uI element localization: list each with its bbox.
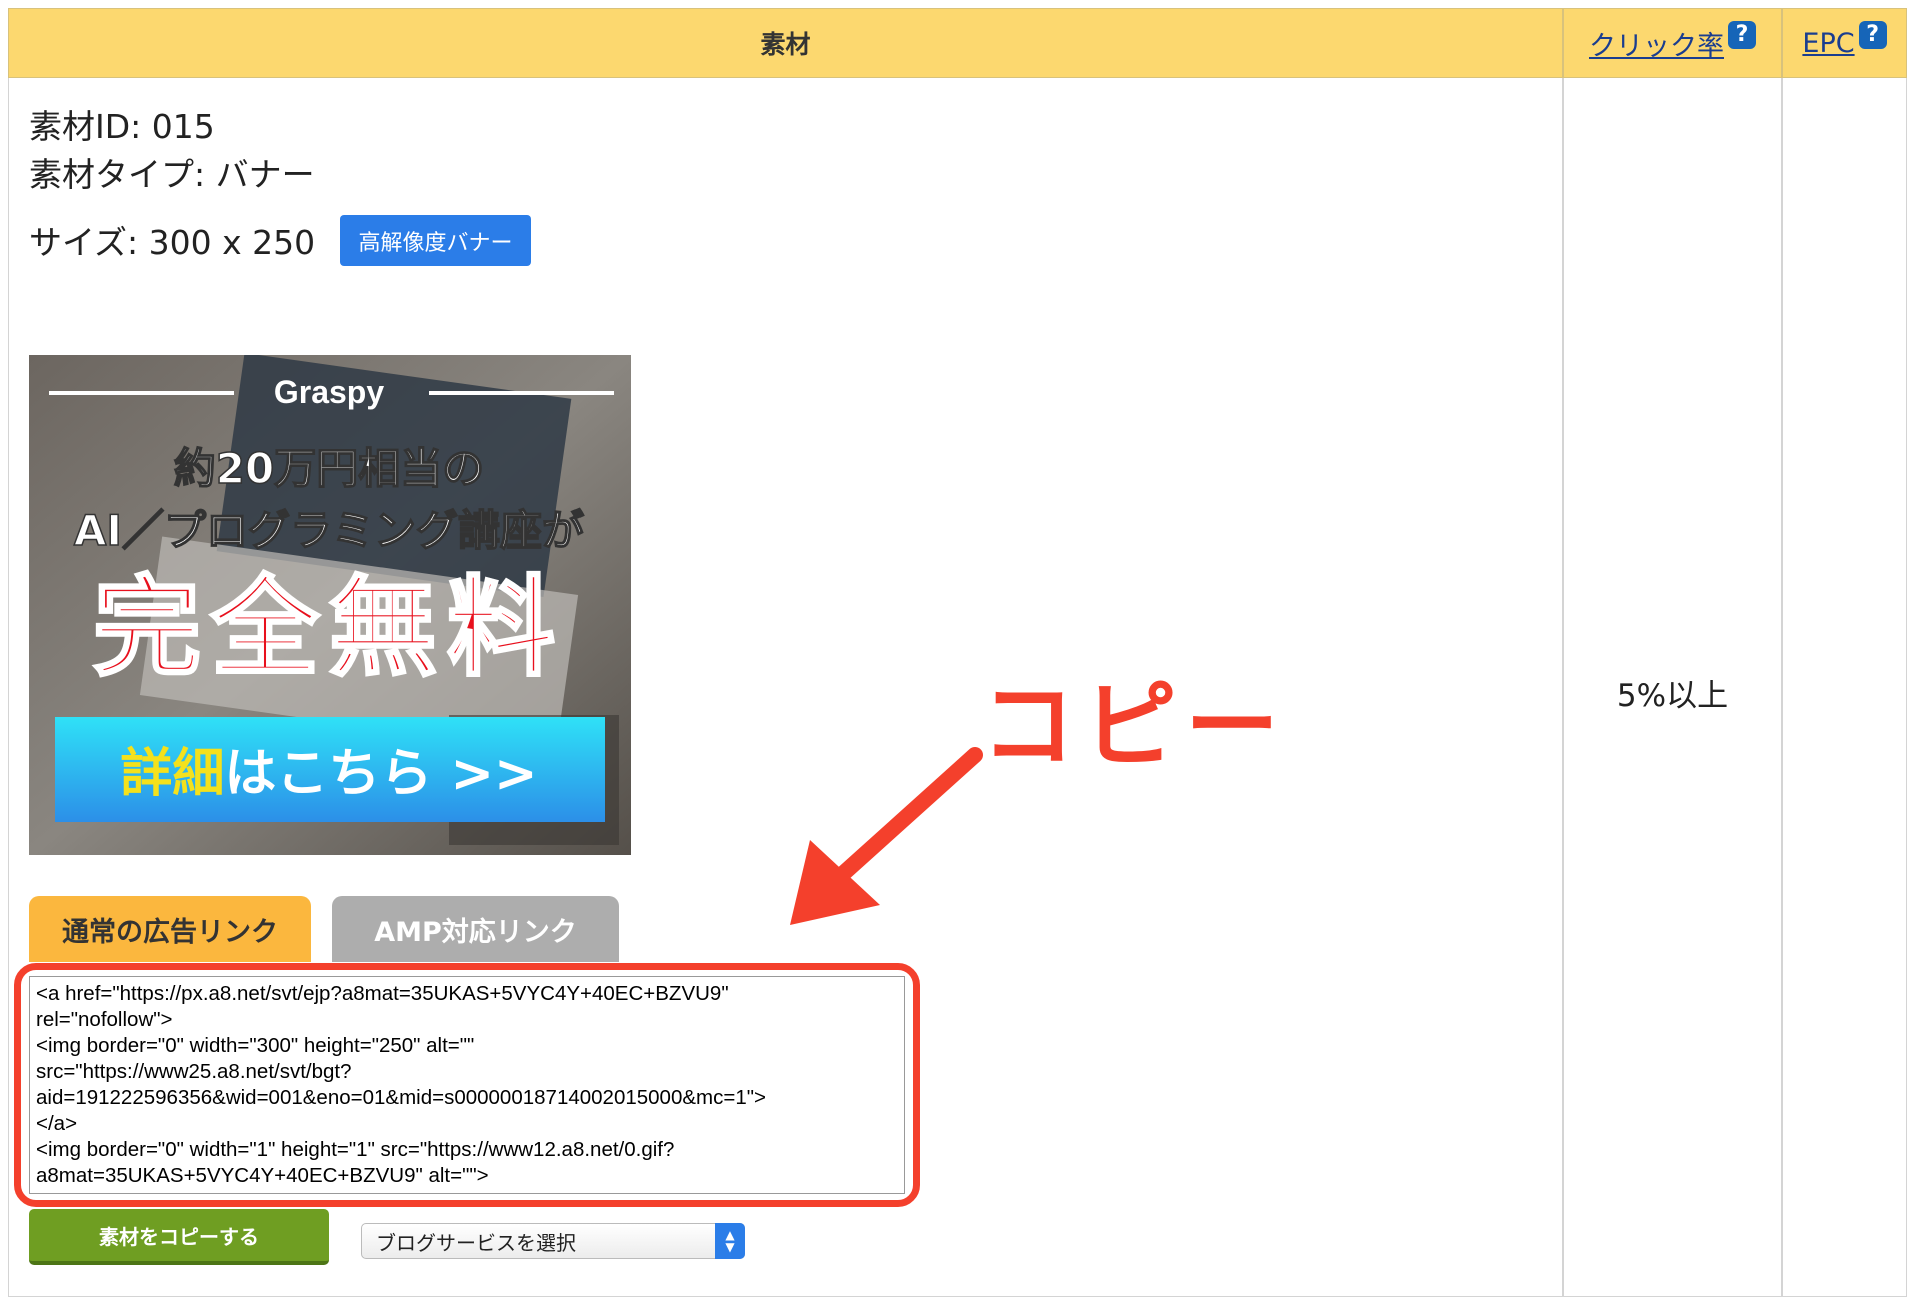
header-epc: EPC ? xyxy=(1782,8,1907,78)
epc-cell xyxy=(1782,78,1907,1297)
chevron-updown-icon: ▲ ▼ xyxy=(715,1223,745,1259)
copy-material-button[interactable]: 素材をコピーする xyxy=(29,1209,329,1265)
code-textarea[interactable]: <a href="https://px.a8.net/svt/ejp?a8mat… xyxy=(29,976,905,1194)
header-material: 素材 xyxy=(8,8,1563,78)
help-icon[interactable]: ? xyxy=(1728,21,1756,49)
arrow-icon xyxy=(790,747,983,925)
epc-link[interactable]: EPC xyxy=(1802,28,1854,59)
help-icon[interactable]: ? xyxy=(1858,21,1887,49)
banner-line1: 約20万円相当の xyxy=(174,444,484,493)
banner-headline: 完全無料 xyxy=(93,566,565,691)
tab-amp-link[interactable]: AMP対応リンク xyxy=(332,896,619,962)
click-rate-link[interactable]: クリック率 xyxy=(1589,24,1724,63)
banner-brand: Graspy xyxy=(274,374,384,410)
blog-service-select-value: ブログサービスを選択 xyxy=(376,1230,576,1255)
material-id: 素材ID: 015 xyxy=(29,107,215,146)
material-size: サイズ: 300 x 250 xyxy=(29,223,316,262)
banner-image[interactable]: Graspy 約20万円相当の AI／プログラミング講座が 完全無料 詳細はこち… xyxy=(29,355,631,855)
material-type: 素材タイプ: バナー xyxy=(29,155,315,194)
material-table: 素材 クリック率 ? EPC ? 素材ID: 015 素材タイプ: バナー サイ… xyxy=(8,8,1907,1297)
banner-line2: AI／プログラミング講座が xyxy=(74,506,584,555)
banner-cta-white: はこちら >> xyxy=(224,744,537,804)
header-click-rate: クリック率 ? xyxy=(1563,8,1782,78)
blog-service-select[interactable]: ブログサービスを選択 ▲ ▼ xyxy=(361,1223,745,1259)
tab-normal-link[interactable]: 通常の広告リンク xyxy=(29,896,311,962)
click-rate-value: 5%以上 xyxy=(1616,678,1729,714)
svg-text:詳細はこちら >>: 詳細はこちら >> xyxy=(120,744,537,804)
copy-annotation: コピー xyxy=(981,672,1288,781)
banner-cta-yellow: 詳細 xyxy=(120,744,224,804)
hires-banner-button[interactable]: 高解像度バナー xyxy=(340,215,531,266)
